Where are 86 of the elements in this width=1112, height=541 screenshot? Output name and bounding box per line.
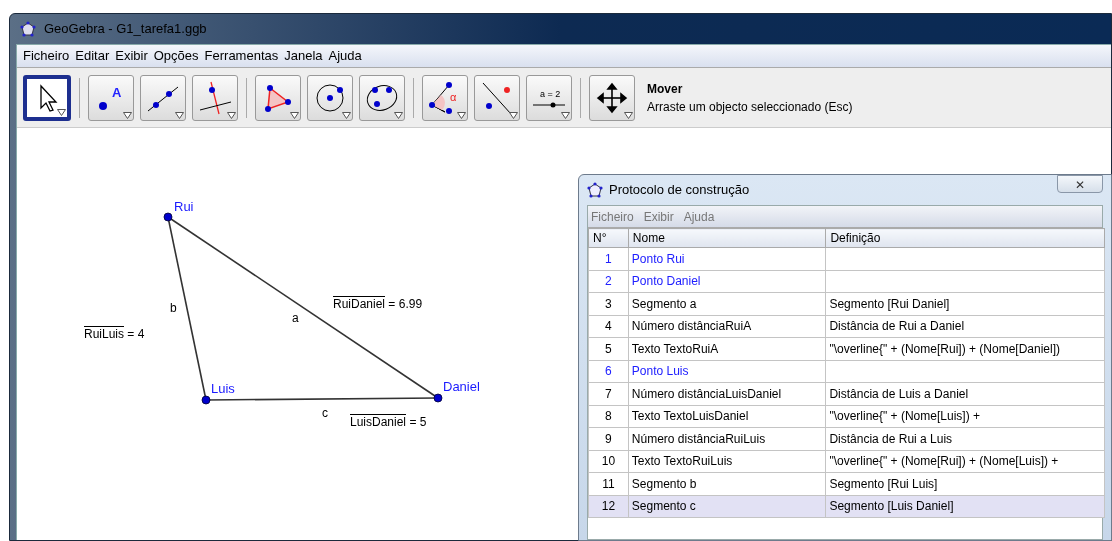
menu-item[interactable]: Opções	[153, 46, 199, 66]
table-cell: 5	[588, 337, 629, 360]
app-icon	[20, 21, 36, 37]
table-cell: Texto TextoRuiLuis	[628, 450, 826, 473]
window-icon	[587, 182, 603, 198]
menu-item[interactable]: Exibir	[643, 207, 674, 226]
table-cell: Ponto Rui	[628, 247, 826, 270]
dropdown-triangle-icon	[509, 111, 518, 119]
menu-item[interactable]: Janela	[284, 46, 323, 66]
tool-button[interactable]	[589, 74, 635, 121]
dropdown-triangle-icon	[561, 111, 570, 119]
menu-item[interactable]: Ficheiro	[23, 46, 70, 66]
table-cell: Ponto Luis	[628, 360, 826, 383]
point-label: Luis	[211, 381, 235, 396]
point	[163, 212, 173, 222]
table-cell: 10	[588, 450, 629, 473]
table-cell: Segmento a	[628, 292, 826, 315]
table-cell: 12	[588, 495, 629, 518]
dropdown-triangle-icon	[227, 111, 236, 119]
menu-item[interactable]: Ficheiro	[591, 207, 634, 226]
tool-help: Arraste um objecto seleccionado (Esc)	[647, 98, 853, 116]
selected-row[interactable]: 12 Segmento c Segmento [Luis Daniel]	[588, 495, 1105, 518]
table-cell: Número distânciaRuiLuis	[628, 427, 826, 450]
dropdown-triangle-icon	[394, 111, 403, 119]
table-cell: Texto TextoRuiA	[628, 337, 826, 360]
table-cell: Segmento [Luis Daniel]	[825, 495, 1105, 518]
column-header[interactable]: N°	[588, 228, 629, 248]
dropdown-triangle-icon	[57, 108, 66, 116]
point	[433, 393, 443, 403]
dropdown-triangle-icon	[123, 111, 132, 119]
segment-label: a	[292, 311, 299, 326]
table-cell: "\overline{" + (Nome[Rui]) + (Nome[Daniel])	[825, 337, 1105, 360]
table-cell: 2	[588, 270, 629, 293]
menu-item[interactable]: Ajuda	[328, 46, 362, 66]
point	[201, 395, 211, 405]
window-title: Protocolo de construção	[609, 181, 750, 200]
dropdown-triangle-icon	[342, 111, 351, 119]
table-cell: 8	[588, 405, 629, 428]
dropdown-triangle-icon	[175, 111, 184, 119]
table-cell: Número distânciaRuiA	[628, 315, 826, 338]
tool-name: Mover	[647, 80, 684, 98]
menu-item[interactable]: Ferramentas	[204, 46, 279, 66]
tool-button[interactable]	[192, 74, 238, 121]
dropdown-triangle-icon	[290, 111, 299, 119]
tool-button[interactable]	[255, 74, 301, 121]
table-cell: Distância de Rui a Luis	[825, 427, 1105, 450]
table-cell: 3	[588, 292, 629, 315]
perpendicular-line-icon	[197, 79, 233, 116]
menu-item[interactable]: Ajuda	[683, 207, 715, 226]
table-cell: Segmento [Rui Daniel]	[825, 292, 1105, 315]
table-cell: Número distânciaLuisDaniel	[628, 382, 826, 405]
table-cell: Distância de Luis a Daniel	[825, 382, 1105, 405]
tool-button[interactable]	[359, 74, 405, 121]
column-header[interactable]: Definição	[825, 228, 1105, 248]
dropdown-triangle-icon	[624, 111, 633, 119]
table-cell: 6	[588, 360, 629, 383]
length-label: RuiLuis = 4	[84, 327, 145, 342]
table-cell: "\overline{" + (Nome[Rui]) + (Nome[Luis]) +	[825, 450, 1105, 473]
tool-button[interactable]	[307, 74, 353, 121]
point-label: Daniel	[443, 379, 480, 394]
table-cell: Texto TextoLuisDaniel	[628, 405, 826, 428]
table-cell: Segmento [Rui Luis]	[825, 472, 1105, 495]
table-cell: 4	[588, 315, 629, 338]
menu-item[interactable]: Editar	[75, 46, 110, 66]
dropdown-triangle-icon	[457, 111, 466, 119]
column-header[interactable]: Nome	[628, 228, 826, 248]
table-cell: 7	[588, 382, 629, 405]
table-cell: 9	[588, 427, 629, 450]
point-label: Rui	[174, 199, 194, 214]
table-cell: 11	[588, 472, 629, 495]
table-cell: Ponto Daniel	[628, 270, 826, 293]
tool-button[interactable]	[140, 74, 186, 121]
close-button[interactable]: ✕	[1057, 175, 1103, 193]
segment-label: c	[322, 406, 328, 421]
table-cell: Segmento c	[628, 495, 826, 518]
menu-item[interactable]: Exibir	[115, 46, 148, 66]
tool-button[interactable]	[23, 74, 71, 121]
length-label: RuiDaniel = 6.99	[333, 297, 423, 312]
length-label: LuisDaniel = 5	[350, 415, 427, 430]
tool-button[interactable]	[474, 74, 520, 121]
segment-label: b	[170, 301, 177, 316]
table-cell: Distância de Rui a Daniel	[825, 315, 1105, 338]
table-cell: Segmento b	[628, 472, 826, 495]
table-cell: 1	[588, 247, 629, 270]
window-title: GeoGebra - G1_tarefa1.ggb	[43, 20, 208, 39]
table-cell: "\overline{" + (Nome[Luis]) +	[825, 405, 1105, 428]
